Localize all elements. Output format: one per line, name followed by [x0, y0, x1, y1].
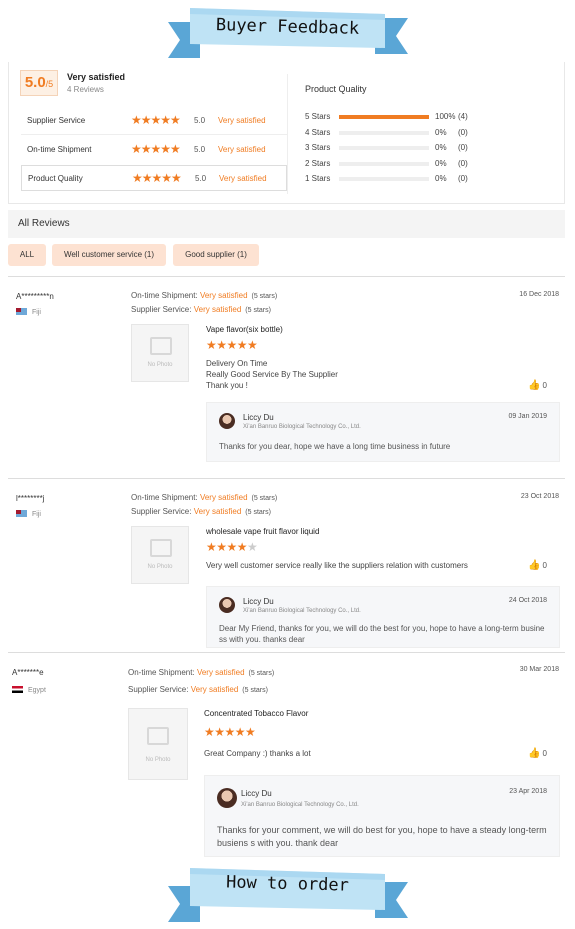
divider	[287, 74, 288, 194]
reply-date: 24 Oct 2018	[508, 597, 547, 604]
avatar	[217, 788, 237, 808]
reviewer-country: Fiji	[16, 308, 41, 316]
dimension-supplier-service[interactable]: Supplier Service ★★★★★ 5.0 Very satisfie…	[21, 108, 287, 134]
how-to-order-banner: How to order	[0, 862, 575, 929]
filter-well-customer-service-button[interactable]: Well customer service (1)	[52, 244, 166, 266]
like-button[interactable]: 👍 0	[528, 560, 547, 571]
distribution-bar	[339, 130, 429, 135]
divider	[8, 478, 565, 479]
reviewer-name: A*********n	[16, 292, 54, 301]
product-name[interactable]: Concentrated Tobacco Flavor	[204, 709, 308, 718]
product-name[interactable]: Vape flavor(six bottle)	[206, 325, 283, 334]
image-icon	[150, 539, 172, 557]
supplier-reply: Liccy Du Xi'an Banruo Biological Technol…	[204, 775, 560, 857]
review-text: Great Company :) thanks a lot	[204, 749, 311, 758]
product-image-placeholder[interactable]: No Photo	[128, 708, 188, 780]
reply-company: Xi'an Banruo Biological Technology Co., …	[241, 802, 359, 808]
reply-text: Thanks for your comment, we will do best…	[217, 825, 547, 848]
service-rating: Supplier Service: Very satisfied (5 stars…	[131, 305, 271, 314]
review-date: 23 Oct 2018	[520, 493, 559, 500]
rating-summary: 5.0/5 Very satisfied 4 Reviews Supplier …	[8, 62, 565, 204]
star-rating: ★★★★★	[131, 113, 181, 127]
divider	[8, 652, 565, 653]
reply-date: 09 Jan 2019	[508, 413, 547, 420]
avatar	[219, 597, 235, 613]
product-name[interactable]: wholesale vape fruit flavor liquid	[206, 527, 319, 536]
like-button[interactable]: 👍 0	[528, 380, 547, 391]
distribution-row: 5 Stars 100% (4)	[305, 112, 468, 121]
thumbs-up-icon: 👍	[528, 560, 541, 571]
egypt-flag-icon	[12, 686, 23, 693]
reply-author: Liccy Du	[241, 789, 272, 798]
dimension-on-time-shipment[interactable]: On-time Shipment ★★★★★ 5.0 Very satisfie…	[21, 137, 287, 163]
review-stars: ★★★★★	[206, 338, 258, 352]
reply-company: Xi'an Banruo Biological Technology Co., …	[243, 424, 361, 430]
supplier-reply: Liccy Du Xi'an Banruo Biological Technol…	[206, 586, 560, 648]
shipment-rating: On-time Shipment: Very satisfied (5 stars…	[131, 291, 278, 300]
overall-score: 5.0/5	[20, 70, 58, 96]
service-rating: Supplier Service: Very satisfied (5 stars…	[128, 685, 268, 694]
service-rating: Supplier Service: Very satisfied (5 stars…	[131, 507, 271, 516]
distribution-bar-fill	[339, 115, 429, 119]
review-date: 16 Dec 2018	[519, 291, 559, 298]
review-item: l********j Fiji On-time Shipment: Very s…	[8, 486, 565, 651]
filter-good-supplier-button[interactable]: Good supplier (1)	[173, 244, 259, 266]
distribution-bar	[339, 161, 429, 166]
fiji-flag-icon	[16, 308, 27, 315]
review-item: A*********n Fiji On-time Shipment: Very …	[8, 284, 565, 474]
review-stars: ★★★★★	[204, 725, 256, 739]
reviewer-name: A*******e	[12, 668, 44, 677]
distribution-row: 2 Stars 0% (0)	[305, 158, 468, 168]
star-rating: ★★★★★	[132, 171, 182, 185]
review-stars: ★★★★★	[206, 540, 258, 554]
like-button[interactable]: 👍 0	[528, 748, 547, 759]
shipment-rating: On-time Shipment: Very satisfied (5 stars…	[131, 493, 278, 502]
product-image-placeholder[interactable]: No Photo	[131, 526, 189, 584]
reply-author: Liccy Du	[243, 413, 274, 422]
reviewer-name: l********j	[16, 494, 45, 503]
buyer-feedback-banner: Buyer Feedback	[0, 0, 575, 60]
fiji-flag-icon	[16, 510, 27, 517]
image-icon	[147, 727, 169, 745]
distribution-row: 3 Stars 0% (0)	[305, 143, 468, 152]
divider	[8, 276, 565, 277]
distribution-bar	[339, 177, 429, 181]
divider	[21, 134, 287, 135]
supplier-reply: Liccy Du Xi'an Banruo Biological Technol…	[206, 402, 560, 462]
distribution-bar	[339, 146, 429, 150]
distribution-bar	[339, 115, 429, 119]
distribution-row: 4 Stars 0% (0)	[305, 127, 468, 137]
reviewer-country: Fiji	[16, 510, 41, 518]
avatar	[219, 413, 235, 429]
review-text: Very well customer service really like t…	[206, 561, 468, 570]
reply-company: Xi'an Banruo Biological Technology Co., …	[243, 608, 361, 614]
reviewer-country: Egypt	[12, 686, 46, 694]
all-reviews-header: All Reviews	[8, 210, 565, 238]
review-item: A*******e Egypt On-time Shipment: Very s…	[8, 658, 565, 863]
thumbs-up-icon: 👍	[528, 380, 541, 391]
reply-text: Dear My Friend, thanks for you, we will …	[219, 624, 545, 644]
dimension-product-quality[interactable]: Product Quality ★★★★★ 5.0 Very satisfied	[21, 165, 287, 191]
image-icon	[150, 337, 172, 355]
thumbs-up-icon: 👍	[528, 748, 541, 759]
reply-text: Thanks for you dear, hope we have a long…	[219, 442, 451, 451]
reply-date: 23 Apr 2018	[509, 788, 547, 795]
review-count: 4 Reviews	[67, 85, 104, 94]
overall-label: Very satisfied	[67, 72, 126, 82]
product-image-placeholder[interactable]: No Photo	[131, 324, 189, 382]
filter-all-button[interactable]: ALL	[8, 244, 46, 266]
shipment-rating: On-time Shipment: Very satisfied (5 stars…	[128, 668, 275, 677]
distribution-title: Product Quality	[305, 84, 367, 94]
review-text: Delivery On Time Really Good Service By …	[206, 359, 338, 390]
review-date: 30 Mar 2018	[519, 666, 559, 673]
star-rating: ★★★★★	[131, 142, 181, 156]
reply-author: Liccy Du	[243, 597, 274, 606]
distribution-row: 1 Stars 0% (0)	[305, 174, 468, 183]
